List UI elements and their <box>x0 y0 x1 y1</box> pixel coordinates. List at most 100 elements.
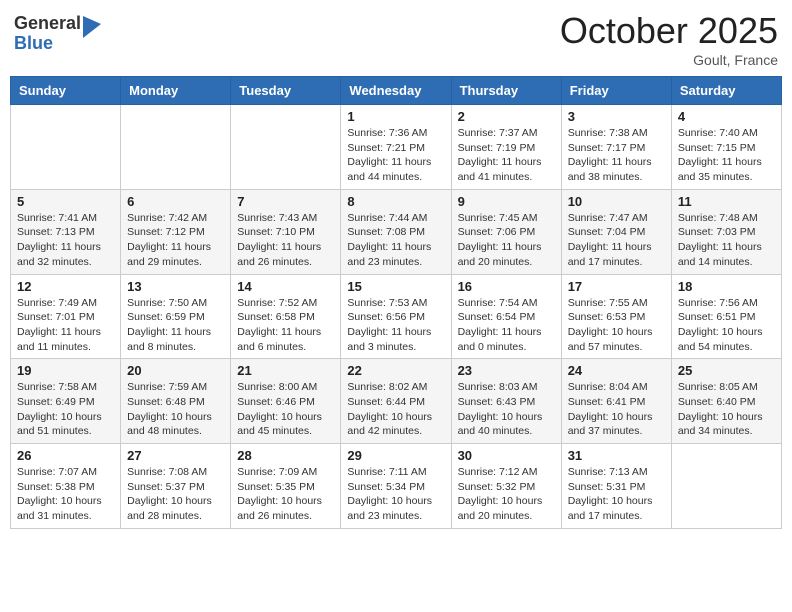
day-number: 3 <box>568 109 665 124</box>
calendar-cell: 30 Sunrise: 7:12 AMSunset: 5:32 PMDayligh… <box>451 444 561 529</box>
calendar-cell: 27 Sunrise: 7:08 AMSunset: 5:37 PMDayligh… <box>121 444 231 529</box>
day-info: Sunrise: 7:41 AMSunset: 7:13 PMDaylight:… <box>17 211 114 270</box>
day-number: 25 <box>678 363 775 378</box>
day-info: Sunrise: 7:54 AMSunset: 6:54 PMDaylight:… <box>458 296 555 355</box>
calendar-cell: 5 Sunrise: 7:41 AMSunset: 7:13 PMDaylight… <box>11 189 121 274</box>
calendar-cell: 6Sunrise: 7:42 AMSunset: 7:12 PMDaylight… <box>121 189 231 274</box>
calendar-cell: 2 Sunrise: 7:37 AMSunset: 7:19 PMDaylight… <box>451 105 561 190</box>
day-info: Sunrise: 7:11 AMSunset: 5:34 PMDaylight:… <box>347 465 444 524</box>
day-info: Sunrise: 8:00 AMSunset: 6:46 PMDaylight:… <box>237 380 334 439</box>
calendar-cell: 19Sunrise: 7:58 AMSunset: 6:49 PMDayligh… <box>11 359 121 444</box>
calendar-cell <box>11 105 121 190</box>
calendar-cell: 1 Sunrise: 7:36 AMSunset: 7:21 PMDaylight… <box>341 105 451 190</box>
calendar-cell: 29 Sunrise: 7:11 AMSunset: 5:34 PMDayligh… <box>341 444 451 529</box>
day-header-tuesday: Tuesday <box>231 77 341 105</box>
calendar-cell: 23 Sunrise: 8:03 AMSunset: 6:43 PMDayligh… <box>451 359 561 444</box>
calendar-cell: 4 Sunrise: 7:40 AMSunset: 7:15 PMDaylight… <box>671 105 781 190</box>
day-number: 23 <box>458 363 555 378</box>
day-info: Sunrise: 7:13 AMSunset: 5:31 PMDaylight:… <box>568 465 665 524</box>
day-info: Sunrise: 7:50 AMSunset: 6:59 PMDaylight:… <box>127 296 224 355</box>
day-number: 22 <box>347 363 444 378</box>
day-info: Sunrise: 7:59 AMSunset: 6:48 PMDaylight:… <box>127 380 224 439</box>
day-number: 5 <box>17 194 114 209</box>
day-header-sunday: Sunday <box>11 77 121 105</box>
calendar-cell: 18 Sunrise: 7:56 AMSunset: 6:51 PMDayligh… <box>671 274 781 359</box>
calendar-week-row: 1 Sunrise: 7:36 AMSunset: 7:21 PMDaylight… <box>11 105 782 190</box>
calendar-table: SundayMondayTuesdayWednesdayThursdayFrid… <box>10 76 782 529</box>
location: Goult, France <box>560 52 778 68</box>
day-info: Sunrise: 7:44 AMSunset: 7:08 PMDaylight:… <box>347 211 444 270</box>
day-info: Sunrise: 7:45 AMSunset: 7:06 PMDaylight:… <box>458 211 555 270</box>
day-info: Sunrise: 7:38 AMSunset: 7:17 PMDaylight:… <box>568 126 665 185</box>
day-info: Sunrise: 7:07 AMSunset: 5:38 PMDaylight:… <box>17 465 114 524</box>
calendar-cell: 31 Sunrise: 7:13 AMSunset: 5:31 PMDayligh… <box>561 444 671 529</box>
title-block: October 2025 Goult, France <box>560 10 778 68</box>
calendar-cell: 28 Sunrise: 7:09 AMSunset: 5:35 PMDayligh… <box>231 444 341 529</box>
calendar-cell: 20Sunrise: 7:59 AMSunset: 6:48 PMDayligh… <box>121 359 231 444</box>
day-number: 4 <box>678 109 775 124</box>
day-number: 30 <box>458 448 555 463</box>
calendar-cell: 24 Sunrise: 8:04 AMSunset: 6:41 PMDayligh… <box>561 359 671 444</box>
day-info: Sunrise: 8:04 AMSunset: 6:41 PMDaylight:… <box>568 380 665 439</box>
logo-blue-text: Blue <box>14 34 81 54</box>
day-number: 2 <box>458 109 555 124</box>
calendar-cell <box>121 105 231 190</box>
day-info: Sunrise: 7:09 AMSunset: 5:35 PMDaylight:… <box>237 465 334 524</box>
day-number: 17 <box>568 279 665 294</box>
calendar-cell: 26 Sunrise: 7:07 AMSunset: 5:38 PMDayligh… <box>11 444 121 529</box>
day-number: 11 <box>678 194 775 209</box>
day-number: 10 <box>568 194 665 209</box>
logo: General Blue <box>14 14 101 54</box>
calendar-cell: 8Sunrise: 7:44 AMSunset: 7:08 PMDaylight… <box>341 189 451 274</box>
page-header: General Blue October 2025 Goult, France <box>10 10 782 68</box>
day-number: 27 <box>127 448 224 463</box>
day-info: Sunrise: 7:55 AMSunset: 6:53 PMDaylight:… <box>568 296 665 355</box>
day-info: Sunrise: 7:08 AMSunset: 5:37 PMDaylight:… <box>127 465 224 524</box>
calendar-cell: 11 Sunrise: 7:48 AMSunset: 7:03 PMDayligh… <box>671 189 781 274</box>
day-number: 26 <box>17 448 114 463</box>
day-info: Sunrise: 7:37 AMSunset: 7:19 PMDaylight:… <box>458 126 555 185</box>
day-number: 21 <box>237 363 334 378</box>
calendar-cell: 15 Sunrise: 7:53 AMSunset: 6:56 PMDayligh… <box>341 274 451 359</box>
calendar-cell: 12Sunrise: 7:49 AMSunset: 7:01 PMDayligh… <box>11 274 121 359</box>
day-info: Sunrise: 7:36 AMSunset: 7:21 PMDaylight:… <box>347 126 444 185</box>
calendar-cell <box>671 444 781 529</box>
day-number: 15 <box>347 279 444 294</box>
calendar-cell: 9 Sunrise: 7:45 AMSunset: 7:06 PMDaylight… <box>451 189 561 274</box>
calendar-week-row: 26 Sunrise: 7:07 AMSunset: 5:38 PMDayligh… <box>11 444 782 529</box>
day-info: Sunrise: 7:52 AMSunset: 6:58 PMDaylight:… <box>237 296 334 355</box>
day-number: 1 <box>347 109 444 124</box>
day-info: Sunrise: 7:53 AMSunset: 6:56 PMDaylight:… <box>347 296 444 355</box>
day-number: 6 <box>127 194 224 209</box>
calendar-cell: 16 Sunrise: 7:54 AMSunset: 6:54 PMDayligh… <box>451 274 561 359</box>
day-info: Sunrise: 7:43 AMSunset: 7:10 PMDaylight:… <box>237 211 334 270</box>
day-number: 18 <box>678 279 775 294</box>
calendar-cell: 21 Sunrise: 8:00 AMSunset: 6:46 PMDayligh… <box>231 359 341 444</box>
logo-general-text: General <box>14 14 81 34</box>
day-info: Sunrise: 7:40 AMSunset: 7:15 PMDaylight:… <box>678 126 775 185</box>
day-info: Sunrise: 8:03 AMSunset: 6:43 PMDaylight:… <box>458 380 555 439</box>
day-header-saturday: Saturday <box>671 77 781 105</box>
day-header-thursday: Thursday <box>451 77 561 105</box>
calendar-week-row: 5 Sunrise: 7:41 AMSunset: 7:13 PMDaylight… <box>11 189 782 274</box>
day-number: 9 <box>458 194 555 209</box>
day-number: 13 <box>127 279 224 294</box>
calendar-cell: 17 Sunrise: 7:55 AMSunset: 6:53 PMDayligh… <box>561 274 671 359</box>
day-info: Sunrise: 8:02 AMSunset: 6:44 PMDaylight:… <box>347 380 444 439</box>
logo-icon <box>83 16 101 38</box>
day-number: 31 <box>568 448 665 463</box>
day-number: 16 <box>458 279 555 294</box>
day-info: Sunrise: 7:12 AMSunset: 5:32 PMDaylight:… <box>458 465 555 524</box>
calendar-header-row: SundayMondayTuesdayWednesdayThursdayFrid… <box>11 77 782 105</box>
calendar-cell: 10Sunrise: 7:47 AMSunset: 7:04 PMDayligh… <box>561 189 671 274</box>
calendar-cell <box>231 105 341 190</box>
day-info: Sunrise: 8:05 AMSunset: 6:40 PMDaylight:… <box>678 380 775 439</box>
day-number: 28 <box>237 448 334 463</box>
day-number: 29 <box>347 448 444 463</box>
day-info: Sunrise: 7:56 AMSunset: 6:51 PMDaylight:… <box>678 296 775 355</box>
day-info: Sunrise: 7:48 AMSunset: 7:03 PMDaylight:… <box>678 211 775 270</box>
day-number: 12 <box>17 279 114 294</box>
day-header-wednesday: Wednesday <box>341 77 451 105</box>
day-number: 24 <box>568 363 665 378</box>
day-header-friday: Friday <box>561 77 671 105</box>
